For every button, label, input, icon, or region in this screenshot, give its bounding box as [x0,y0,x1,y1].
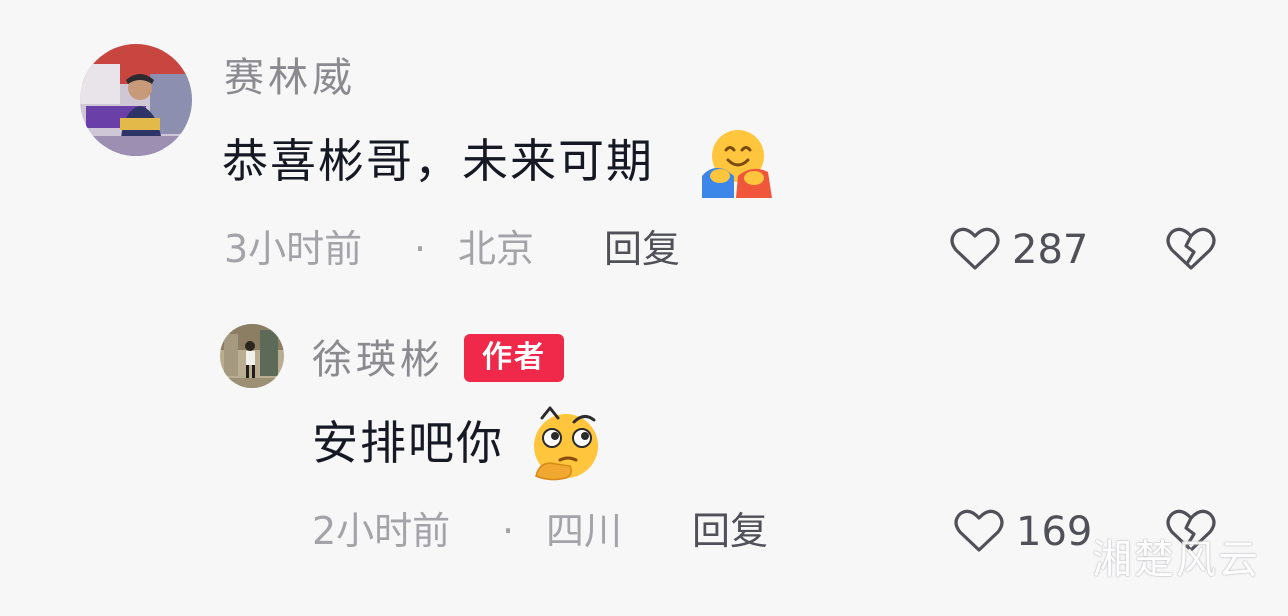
comment-thread: 赛林威 恭喜彬哥，未来可期 3小时前 · 北京 回复 287 徐瑛彬 作者 安排… [0,0,1288,616]
heart-outline-icon[interactable] [950,226,1000,272]
username[interactable]: 徐瑛彬 [312,340,444,380]
watermark: 湘楚风云 [1092,537,1260,583]
avatar[interactable] [220,324,284,388]
username[interactable]: 赛林威 [224,58,356,98]
like-count: 287 [1012,227,1089,273]
meta-separator: · [414,227,427,271]
comment-time: 2小时前 [312,509,451,553]
comment-location: 四川 [546,509,623,553]
heart-outline-icon[interactable] [954,508,1004,554]
reply-button[interactable]: 回复 [692,512,768,550]
broken-heart-icon[interactable] [1166,226,1216,272]
avatar[interactable] [80,44,192,156]
author-badge: 作者 [464,334,564,382]
comment-text: 恭喜彬哥，未来可期 [222,134,654,188]
comment-time: 3小时前 [224,227,363,271]
thinking-face-emoji [526,404,606,482]
reply-button[interactable]: 回复 [604,230,680,268]
meta-separator: · [502,509,515,553]
like-count: 169 [1016,509,1093,555]
hugging-face-emoji [698,124,776,200]
comment-text: 安排吧你 [312,416,504,470]
comment-location: 北京 [458,227,535,271]
